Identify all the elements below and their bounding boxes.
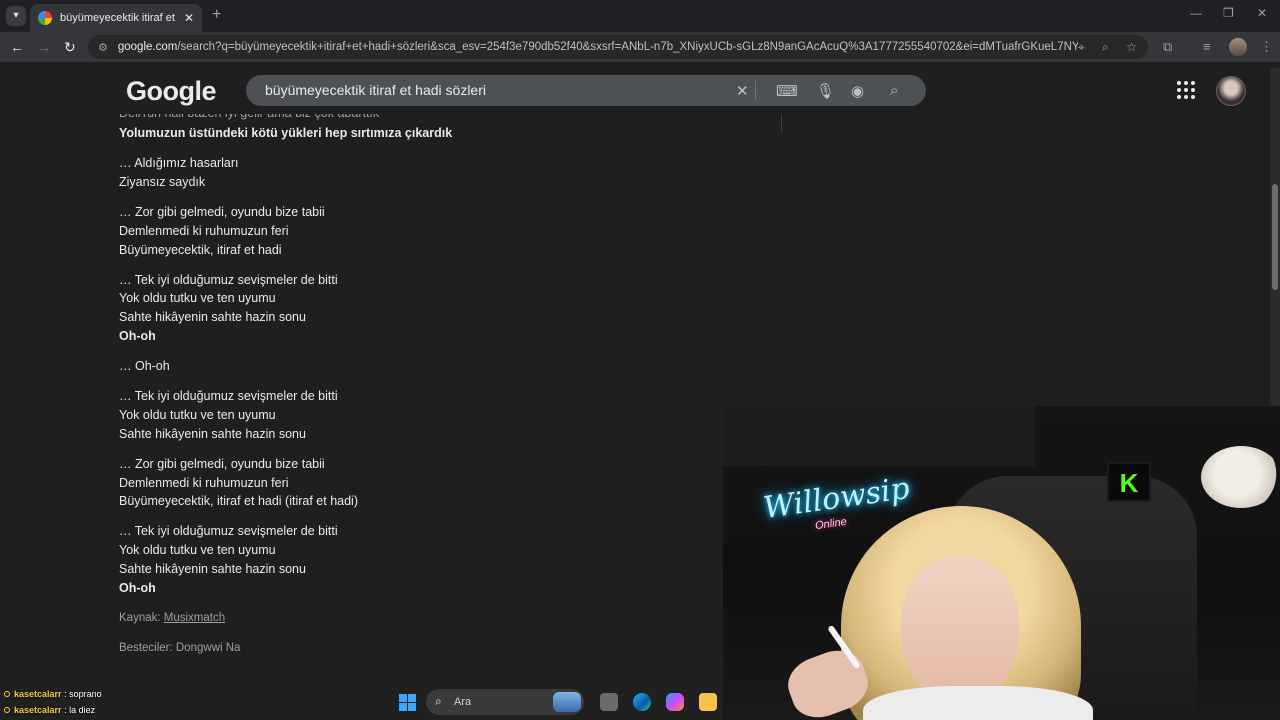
lyrics-stanza: … Tek iyi olduğumuz sevişmeler de bitti Y… [119,387,719,443]
lyrics-composers: Besteciler: Dongwwi Na [119,642,241,654]
kick-logo-icon: K [1107,462,1151,502]
url-text: google.com/search?q=büyümeyecektik+itira… [117,41,1078,53]
chat-badge-icon [4,707,10,713]
site-info-icon[interactable]: ⚙ [98,41,108,54]
lyrics-line: Demlenmedi ki ruhumuzun feri [119,475,289,490]
google-header: Google büyümeyecektik itiraf et hadi söz… [0,62,1280,114]
lyrics-stanza: … Oh-oh [119,357,719,376]
minimize-icon[interactable]: — [1190,6,1202,20]
media-control-icon[interactable]: ≡ [1203,39,1211,54]
lyrics-line: Yok oldu tutku ve ten uyumu [119,291,276,306]
google-account-avatar[interactable] [1216,76,1246,106]
tab-close-icon[interactable]: ✕ [184,11,194,25]
lyrics-line: Yok oldu tutku ve ten uyumu [119,543,276,558]
new-tab-button[interactable]: + [212,6,221,24]
chat-message: kasetcalarr : soprano [4,689,102,699]
lyrics-line: … Tek iyi olduğumuz sevişmeler de bitti [119,524,338,539]
menu-kebab-icon[interactable]: ⋮ [1260,39,1273,55]
streamer-face [901,556,1019,706]
profile-avatar[interactable] [1229,38,1247,56]
lyrics-line: Sahte hikâyenin sahte hazin sonu [119,310,306,325]
lyrics-stanza: … Zor gibi gelmedi, oyundu bize tabii Dem… [119,203,719,259]
search-icon[interactable]: ⌕ [890,82,898,99]
lyrics-stanza: … Tek iyi olduğumuz sevişmeler de bitti Y… [119,271,719,346]
lyrics-line: Oh-oh [119,580,156,595]
musixmatch-link[interactable]: Musixmatch [164,612,225,624]
forward-arrow-icon[interactable]: → [37,39,51,55]
lyrics-line: Demlenmedi ki ruhumuzun feri [119,223,289,238]
google-logo[interactable]: Google [126,76,217,107]
search-highlight-badge [553,692,581,712]
address-bar[interactable]: ⚙ google.com/search?q=büyümeyecektik+iti… [88,35,1148,59]
lyrics-line: … Zor gibi gelmedi, oyundu bize tabii [119,456,325,471]
lyrics-source: Kaynak: Musixmatch [119,612,226,624]
maximize-icon[interactable]: ❐ [1223,6,1234,20]
scrollbar-thumb[interactable] [1272,184,1278,290]
search-divider [755,81,756,100]
zoom-icon[interactable]: ⌕ [1102,40,1109,55]
copilot-icon[interactable] [666,693,684,711]
lyrics-line: Ziyansız saydık [119,174,206,189]
lyrics-line: Sahte hikâyenin sahte hazin sonu [119,561,306,576]
lyrics-stanza: … Tek iyi olduğumuz sevişmeler de bitti Y… [119,522,719,597]
search-icon: ⌕ [435,694,442,708]
tab-title: büyümeyecektik itiraf et hadi sö [60,12,178,24]
edge-browser-icon[interactable] [633,693,651,711]
webcam-overlay: Willowsip Online K [723,406,1280,720]
extensions-icon[interactable]: ⧉ [1163,39,1172,55]
chat-badge-icon [4,691,10,697]
search-query[interactable]: büyümeyecektik itiraf et hadi sözleri [265,82,486,98]
microphone-icon[interactable]: 🎙 [816,82,835,100]
lens-camera-icon[interactable]: ◉ [851,82,864,100]
lyrics-line: Sahte hikâyenin sahte hazin sonu [119,426,306,441]
lyrics-block: Yolumuzun üstündeki kötü yükleri hep sır… [119,124,719,597]
reload-icon[interactable]: ↻ [64,39,76,56]
browser-tab-active[interactable]: büyümeyecektik itiraf et hadi sö ✕ [30,4,202,32]
windows-start-icon[interactable] [399,694,416,711]
chat-message: kasetcalarr : la diez [4,705,95,715]
streamer-shirt [863,686,1093,720]
taskbar-search[interactable]: ⌕ Ara [426,689,584,715]
back-arrow-icon[interactable]: ← [10,39,24,55]
lyrics-stanza: … Aldığımız hasarları Ziyansız saydık [119,154,719,191]
fluffy-decoration [1201,446,1280,508]
lyrics-line: Büyümeyecektik, itiraf et hadi [119,242,282,257]
window-close-icon[interactable]: ✕ [1257,6,1267,20]
keyboard-icon[interactable]: ⌨ [776,82,798,100]
lyrics-line: … Oh-oh [119,359,170,374]
lyrics-line: Büyümeyecektik, itiraf et hadi (itiraf e… [119,494,358,509]
lyrics-line: Yok oldu tutku ve ten uyumu [119,407,276,422]
clear-icon[interactable]: ✕ [736,82,749,100]
lyrics-line: … Zor gibi gelmedi, oyundu bize tabii [119,205,325,220]
tab-bar: ▾ büyümeyecektik itiraf et hadi sö ✕ + —… [0,0,1280,32]
lyrics-line: Oh-oh [119,328,156,343]
browser-toolbar: ← → ↻ ⚙ google.com/search?q=büyümeyecekt… [0,32,1280,62]
lyrics-line: … Tek iyi olduğumuz sevişmeler de bitti [119,272,338,287]
webcam-background-wall [723,406,1035,466]
task-view-icon[interactable] [600,693,618,711]
lyrics-stanza: … Zor gibi gelmedi, oyundu bize tabii Dem… [119,455,719,511]
file-explorer-icon[interactable] [699,693,717,711]
lyrics-line: … Aldığımız hasarları [119,156,239,171]
search-box[interactable]: büyümeyecektik itiraf et hadi sözleri ✕ … [246,75,926,106]
lyrics-line: … Tek iyi olduğumuz sevişmeler de bitti [119,389,338,404]
google-favicon-icon [38,11,52,25]
lyrics-line: Yolumuzun üstündeki kötü yükleri hep sır… [119,126,453,140]
google-apps-icon[interactable] [1177,81,1195,99]
location-icon[interactable]: ⌖ [1078,40,1085,55]
tab-search-button[interactable]: ▾ [6,6,26,26]
bookmark-star-icon[interactable]: ☆ [1126,40,1137,54]
